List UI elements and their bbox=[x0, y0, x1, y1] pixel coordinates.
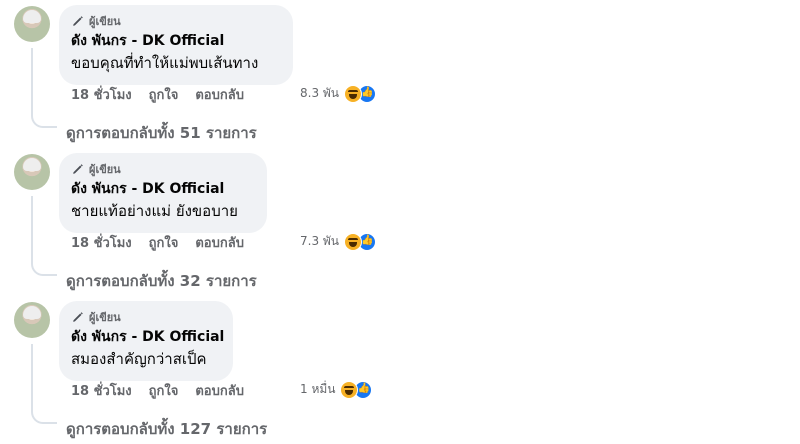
haha-icon bbox=[344, 232, 363, 251]
thread-line bbox=[31, 196, 57, 276]
haha-icon bbox=[344, 84, 363, 103]
reaction-summary[interactable]: 1 หมื่น bbox=[300, 380, 373, 399]
reaction-count: 8.3 พัน bbox=[300, 86, 340, 100]
haha-icon bbox=[340, 380, 359, 399]
comment-actions: 18 ชั่วโมง ถูกใจ ตอบกลับ bbox=[71, 380, 261, 401]
comment-actions: 18 ชั่วโมง ถูกใจ ตอบกลับ bbox=[71, 84, 261, 105]
commenter-name[interactable]: ดัง พันกร - DK Official bbox=[71, 33, 279, 50]
comment-text: สมองสำคัญกว่าสเป็ค bbox=[71, 350, 207, 368]
author-badge-label: ผู้เขียน bbox=[89, 162, 121, 176]
view-replies-link[interactable]: ดูการตอบกลับทั้ง 32 รายการ bbox=[66, 269, 257, 293]
pencil-icon bbox=[73, 15, 83, 26]
comment-text: ขอบคุณที่ทำให้แม่พบเส้นทาง bbox=[71, 54, 259, 72]
view-replies-link[interactable]: ดูการตอบกลับทั้ง 51 รายการ bbox=[66, 121, 257, 145]
thread-line bbox=[31, 344, 57, 424]
author-badge: ผู้เขียน bbox=[71, 161, 253, 176]
avatar[interactable] bbox=[14, 6, 50, 42]
view-replies-link[interactable]: ดูการตอบกลับทั้ง 127 รายการ bbox=[66, 417, 267, 441]
avatar[interactable] bbox=[14, 302, 50, 338]
avatar[interactable] bbox=[14, 154, 50, 190]
reaction-summary[interactable]: 7.3 พัน bbox=[300, 232, 377, 251]
reaction-summary[interactable]: 8.3 พัน bbox=[300, 84, 377, 103]
comment-bubble[interactable]: ผู้เขียน ดัง พันกร - DK Official ชายแท้อ… bbox=[59, 153, 267, 233]
author-badge-label: ผู้เขียน bbox=[89, 14, 121, 28]
author-badge-label: ผู้เขียน bbox=[89, 310, 121, 324]
comment-actions: 18 ชั่วโมง ถูกใจ ตอบกลับ bbox=[71, 232, 261, 253]
like-button[interactable]: ถูกใจ bbox=[149, 232, 179, 253]
author-badge: ผู้เขียน bbox=[71, 309, 219, 324]
comment-time[interactable]: 18 ชั่วโมง bbox=[71, 84, 132, 105]
comment-item: ผู้เขียน ดัง พันกร - DK Official ขอบคุณท… bbox=[0, 0, 800, 148]
comment-bubble[interactable]: ผู้เขียน ดัง พันกร - DK Official สมองสำค… bbox=[59, 301, 233, 381]
author-badge: ผู้เขียน bbox=[71, 13, 279, 28]
reply-button[interactable]: ตอบกลับ bbox=[195, 380, 244, 401]
comment-item: ผู้เขียน ดัง พันกร - DK Official สมองสำค… bbox=[0, 296, 800, 444]
reaction-count: 7.3 พัน bbox=[300, 234, 340, 248]
reaction-count: 1 หมื่น bbox=[300, 382, 336, 396]
commenter-name[interactable]: ดัง พันกร - DK Official bbox=[71, 329, 224, 346]
comment-time[interactable]: 18 ชั่วโมง bbox=[71, 232, 132, 253]
commenter-name[interactable]: ดัง พันกร - DK Official bbox=[71, 181, 253, 198]
reply-button[interactable]: ตอบกลับ bbox=[195, 232, 244, 253]
like-button[interactable]: ถูกใจ bbox=[149, 84, 179, 105]
comment-item: ผู้เขียน ดัง พันกร - DK Official ชายแท้อ… bbox=[0, 148, 800, 296]
pencil-icon bbox=[73, 163, 83, 174]
comment-bubble[interactable]: ผู้เขียน ดัง พันกร - DK Official ขอบคุณท… bbox=[59, 5, 293, 85]
reply-button[interactable]: ตอบกลับ bbox=[195, 84, 244, 105]
like-button[interactable]: ถูกใจ bbox=[149, 380, 179, 401]
thread-line bbox=[31, 48, 57, 128]
pencil-icon bbox=[73, 311, 83, 322]
comment-time[interactable]: 18 ชั่วโมง bbox=[71, 380, 132, 401]
comment-text: ชายแท้อย่างแม่ ยังขอบาย bbox=[71, 202, 238, 220]
